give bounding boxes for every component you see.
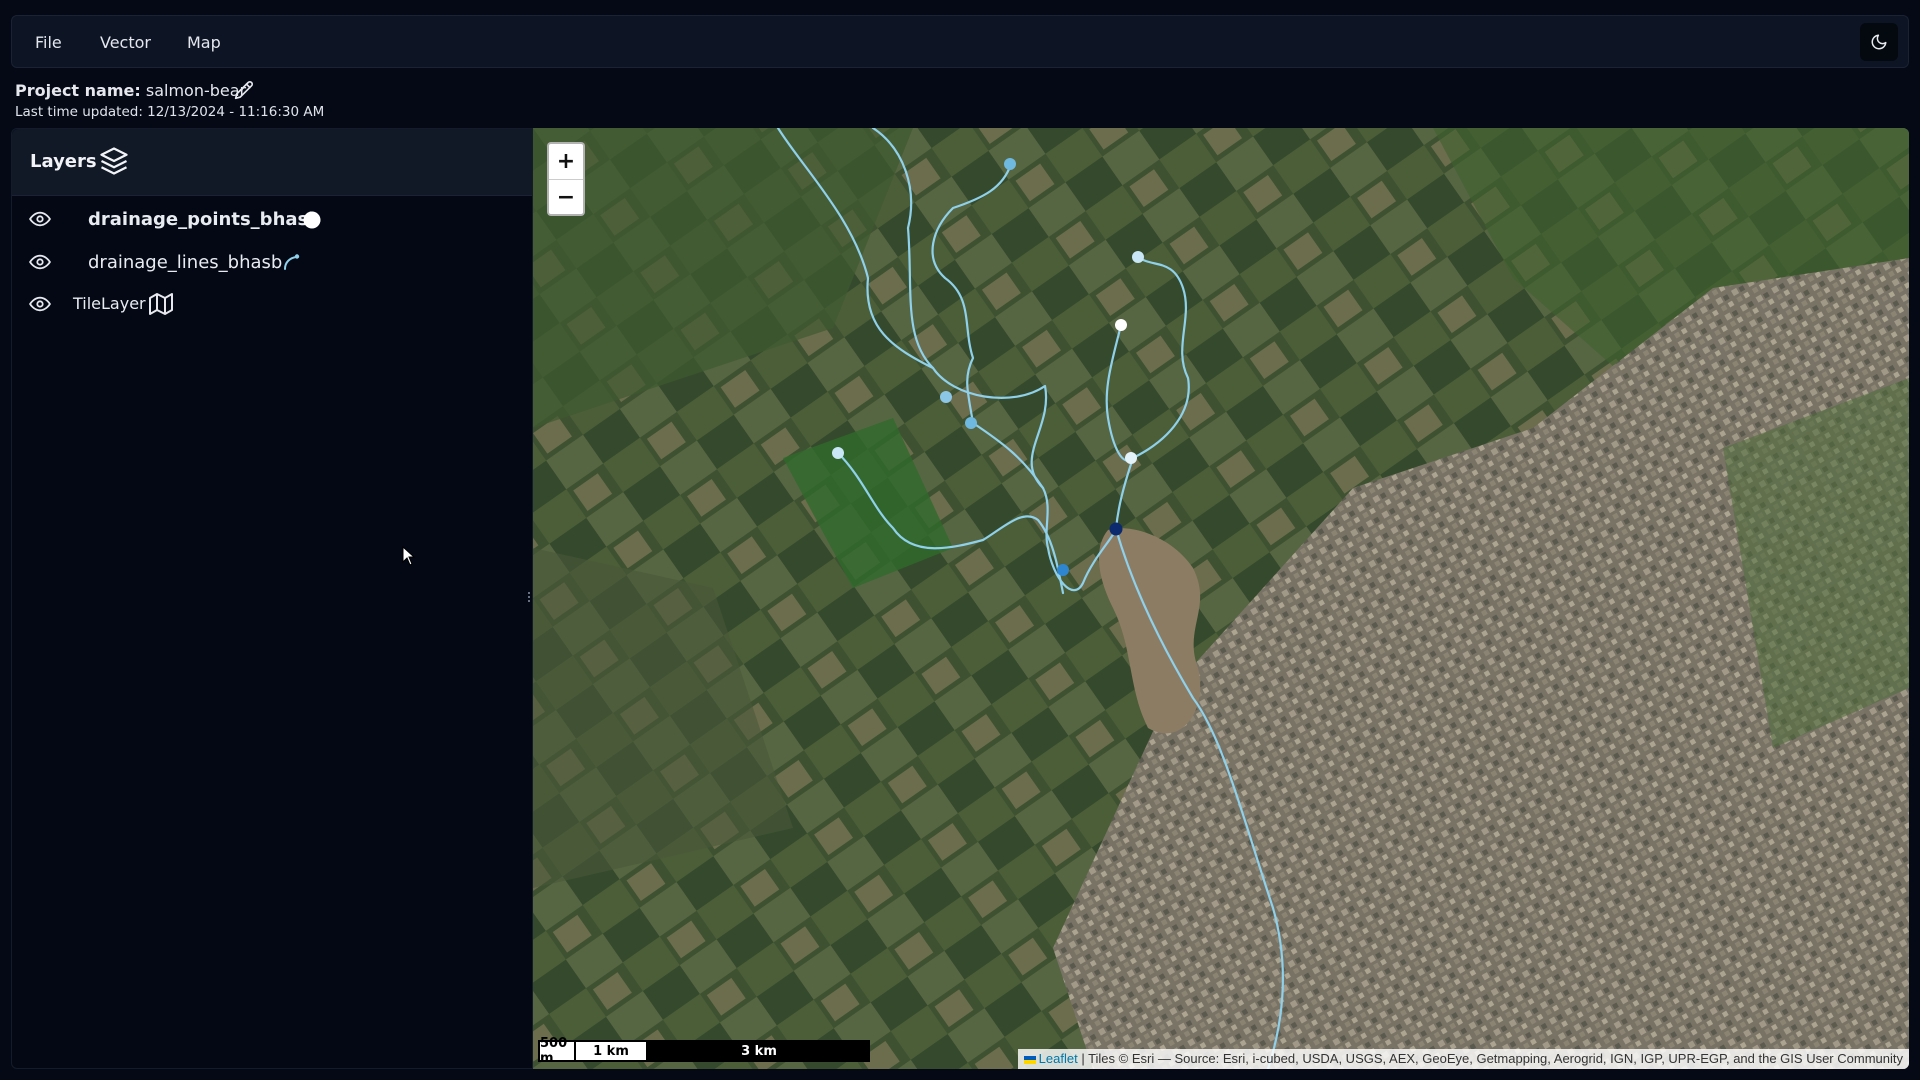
scale-bar: 500 m 1 km 3 km <box>538 1036 870 1066</box>
layers-panel: Layers drainage_points_bhasb drainage_li… <box>11 128 533 1069</box>
map-view[interactable]: + − 500 m 1 km 3 km Leaflet | Tiles © Es… <box>533 128 1909 1069</box>
map-icon <box>149 293 173 315</box>
project-name: Project name: salmon-bear <box>15 81 246 100</box>
menu-vector[interactable]: Vector <box>100 33 151 52</box>
zoom-control: + − <box>547 142 585 216</box>
edit-project-name-button[interactable] <box>234 80 256 102</box>
project-name-value: salmon-bear <box>145 81 247 100</box>
layer-row-tilelayer[interactable]: TileLayer <box>12 287 532 321</box>
zoom-out-button[interactable]: − <box>549 179 583 214</box>
layers-title: Layers <box>30 151 97 172</box>
theme-toggle-button[interactable] <box>1860 23 1898 61</box>
layer-name[interactable]: drainage_points_bhasb <box>88 209 321 230</box>
attribution-text: | Tiles © Esri — Source: Esri, i-cubed, … <box>1077 1051 1903 1066</box>
pencil-icon <box>234 81 253 100</box>
leaflet-link[interactable]: Leaflet <box>1039 1051 1078 1066</box>
eye-icon[interactable] <box>29 210 51 228</box>
satellite-tiles <box>533 128 1909 1069</box>
scale-500m: 500 m <box>538 1036 574 1066</box>
menu-map[interactable]: Map <box>187 33 221 52</box>
layer-row-drainage-lines[interactable]: drainage_lines_bhasb <box>12 245 532 279</box>
moon-icon <box>1871 34 1887 50</box>
menu-file[interactable]: File <box>35 33 62 52</box>
zoom-in-button[interactable]: + <box>549 144 583 179</box>
layers-icon <box>100 147 128 175</box>
layers-panel-header: Layers <box>12 129 532 196</box>
map-attribution: Leaflet | Tiles © Esri — Source: Esri, i… <box>1017 1049 1909 1069</box>
circle-point-icon <box>303 211 321 229</box>
scale-3km: 3 km <box>648 1040 870 1062</box>
project-name-label: Project name: <box>15 81 141 100</box>
eye-icon[interactable] <box>29 253 51 271</box>
layer-name[interactable]: drainage_lines_bhasb <box>88 252 282 273</box>
grip-icon <box>528 592 530 602</box>
line-path-icon <box>284 254 300 270</box>
eye-icon[interactable] <box>29 295 51 313</box>
scale-1km: 1 km <box>574 1040 648 1062</box>
ukraine-flag-icon <box>1023 1055 1036 1064</box>
mouse-cursor-icon <box>402 546 416 566</box>
menubar: File Vector Map <box>11 15 1909 68</box>
panel-resize-handle[interactable] <box>526 588 532 606</box>
layer-row-drainage-points[interactable]: drainage_points_bhasb <box>12 202 532 236</box>
layer-name[interactable]: TileLayer <box>73 294 146 313</box>
last-updated: Last time updated: 12/13/2024 - 11:16:30… <box>15 104 325 120</box>
